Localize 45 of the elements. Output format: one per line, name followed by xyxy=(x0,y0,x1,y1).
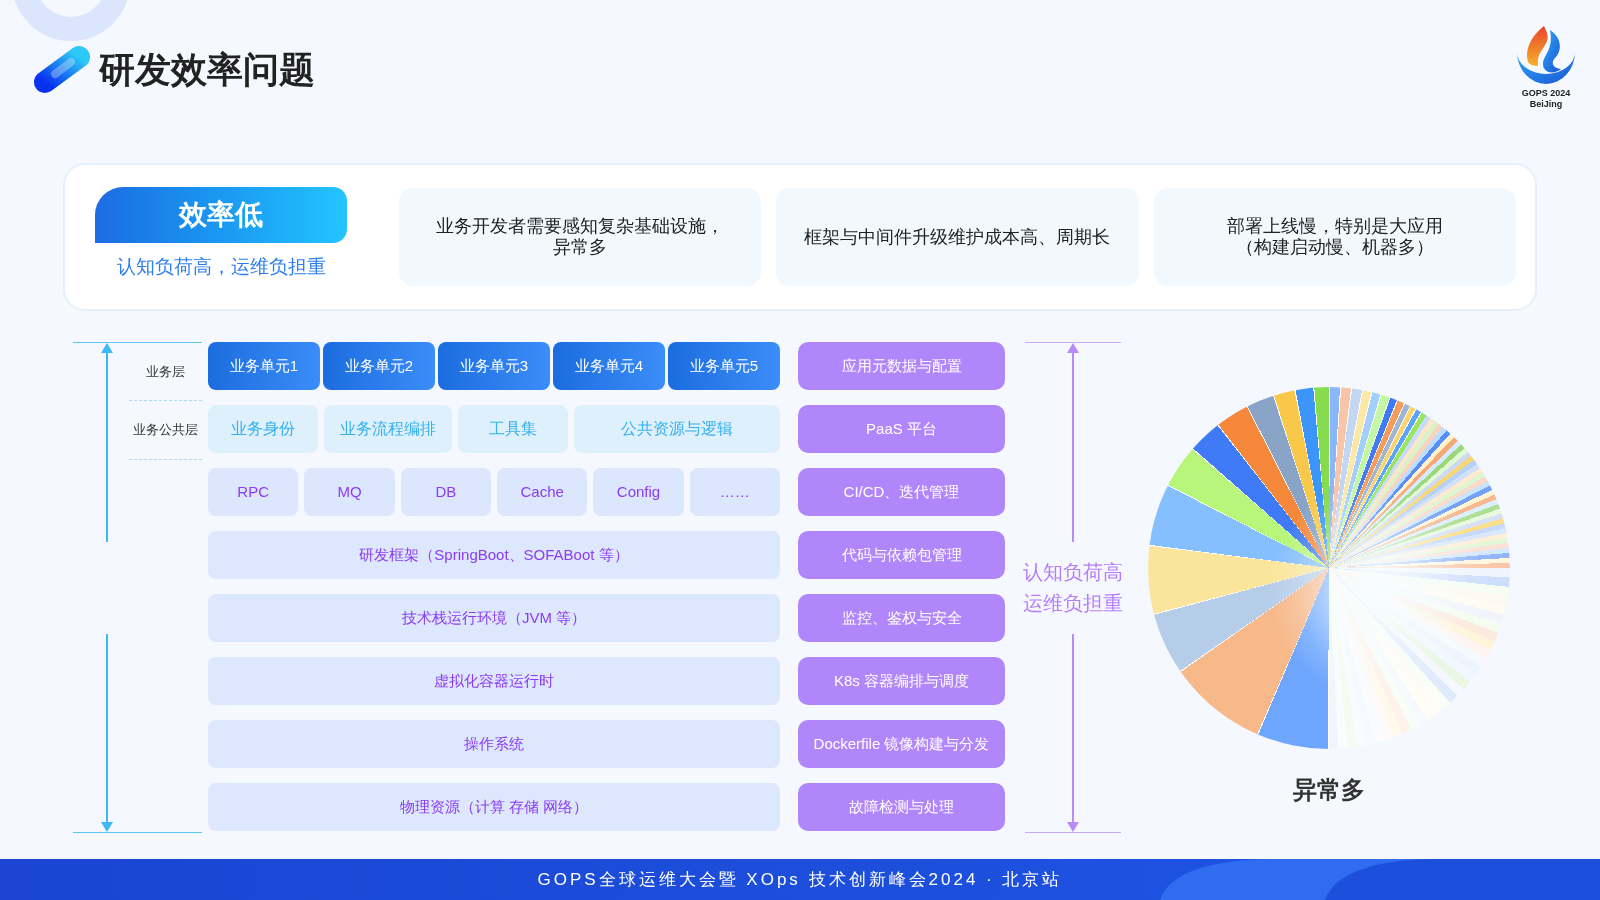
footer-text: GOPS全球运维大会暨 XOps 技术创新峰会2024 · 北京站 xyxy=(537,868,1063,891)
subtitle-text: 认知负荷高，运维负担重 xyxy=(116,255,326,279)
middleware-tile: Config xyxy=(593,468,684,516)
layer-bar: 研发框架（SpringBoot、SOFABoot 等） xyxy=(208,531,780,579)
problem-text: 异常多 xyxy=(553,237,608,258)
layer-bar: 物理资源（计算 存储 网络） xyxy=(208,783,780,831)
layer-bar: 操作系统 xyxy=(208,720,780,768)
concern-tile: Dockerfile 镜像构建与分发 xyxy=(798,720,1005,768)
layer-label: 业务公共层 xyxy=(133,421,198,440)
logo-icon xyxy=(33,45,91,94)
problem-text: 部署上线慢，特别是大应用 xyxy=(1226,216,1443,237)
layer-bar: 技术栈运行环境（JVM 等） xyxy=(208,594,780,642)
concern-tile: CI/CD、迭代管理 xyxy=(798,468,1005,516)
logo-text: GOPS 2024 xyxy=(1521,88,1571,99)
note-text: 运维负担重 xyxy=(1023,590,1123,616)
concern-tile: 代码与依赖包管理 xyxy=(798,531,1005,579)
business-unit-tile: 业务单元4 xyxy=(553,342,665,390)
problem-text: 业务开发者需要感知复杂基础设施， xyxy=(436,216,725,237)
concern-tile: 应用元数据与配置 xyxy=(798,342,1005,390)
middleware-tile: RPC xyxy=(208,468,299,516)
layer-bar: 虚拟化容器运行时 xyxy=(208,657,780,705)
business-unit-tile: 业务单元1 xyxy=(208,342,320,390)
common-service-tile: 业务身份 xyxy=(208,405,318,453)
concern-tile: K8s 容器编排与调度 xyxy=(798,657,1005,705)
layer-label: 业务层 xyxy=(146,362,185,381)
concern-tile: 监控、鉴权与安全 xyxy=(798,594,1005,642)
note-text: 认知负荷高 xyxy=(1023,559,1123,585)
common-service-tile: 公共资源与逻辑 xyxy=(574,405,780,453)
common-service-tile: 业务流程编排 xyxy=(324,405,452,453)
middleware-tile: …… xyxy=(689,468,780,516)
problem-text: 框架与中间件升级维护成本高、周期长 xyxy=(804,226,1111,248)
concern-tile: PaaS 平台 xyxy=(798,405,1005,453)
middleware-tile: MQ xyxy=(304,468,395,516)
pie-caption: 异常多 xyxy=(1293,776,1365,804)
business-unit-tile: 业务单元5 xyxy=(668,342,780,390)
middleware-tile: Cache xyxy=(497,468,588,516)
middleware-tile: DB xyxy=(400,468,491,516)
efficiency-badge: 效率低 xyxy=(95,187,347,243)
business-unit-tile: 业务单元2 xyxy=(323,342,435,390)
page-title: 研发效率问题 xyxy=(99,51,315,88)
problem-text: （构建启动慢、机器多） xyxy=(1235,237,1434,258)
concern-tile: 故障检测与处理 xyxy=(798,783,1005,831)
common-service-tile: 工具集 xyxy=(458,405,568,453)
business-unit-tile: 业务单元3 xyxy=(438,342,550,390)
logo-text: BeiJing xyxy=(1529,99,1563,110)
